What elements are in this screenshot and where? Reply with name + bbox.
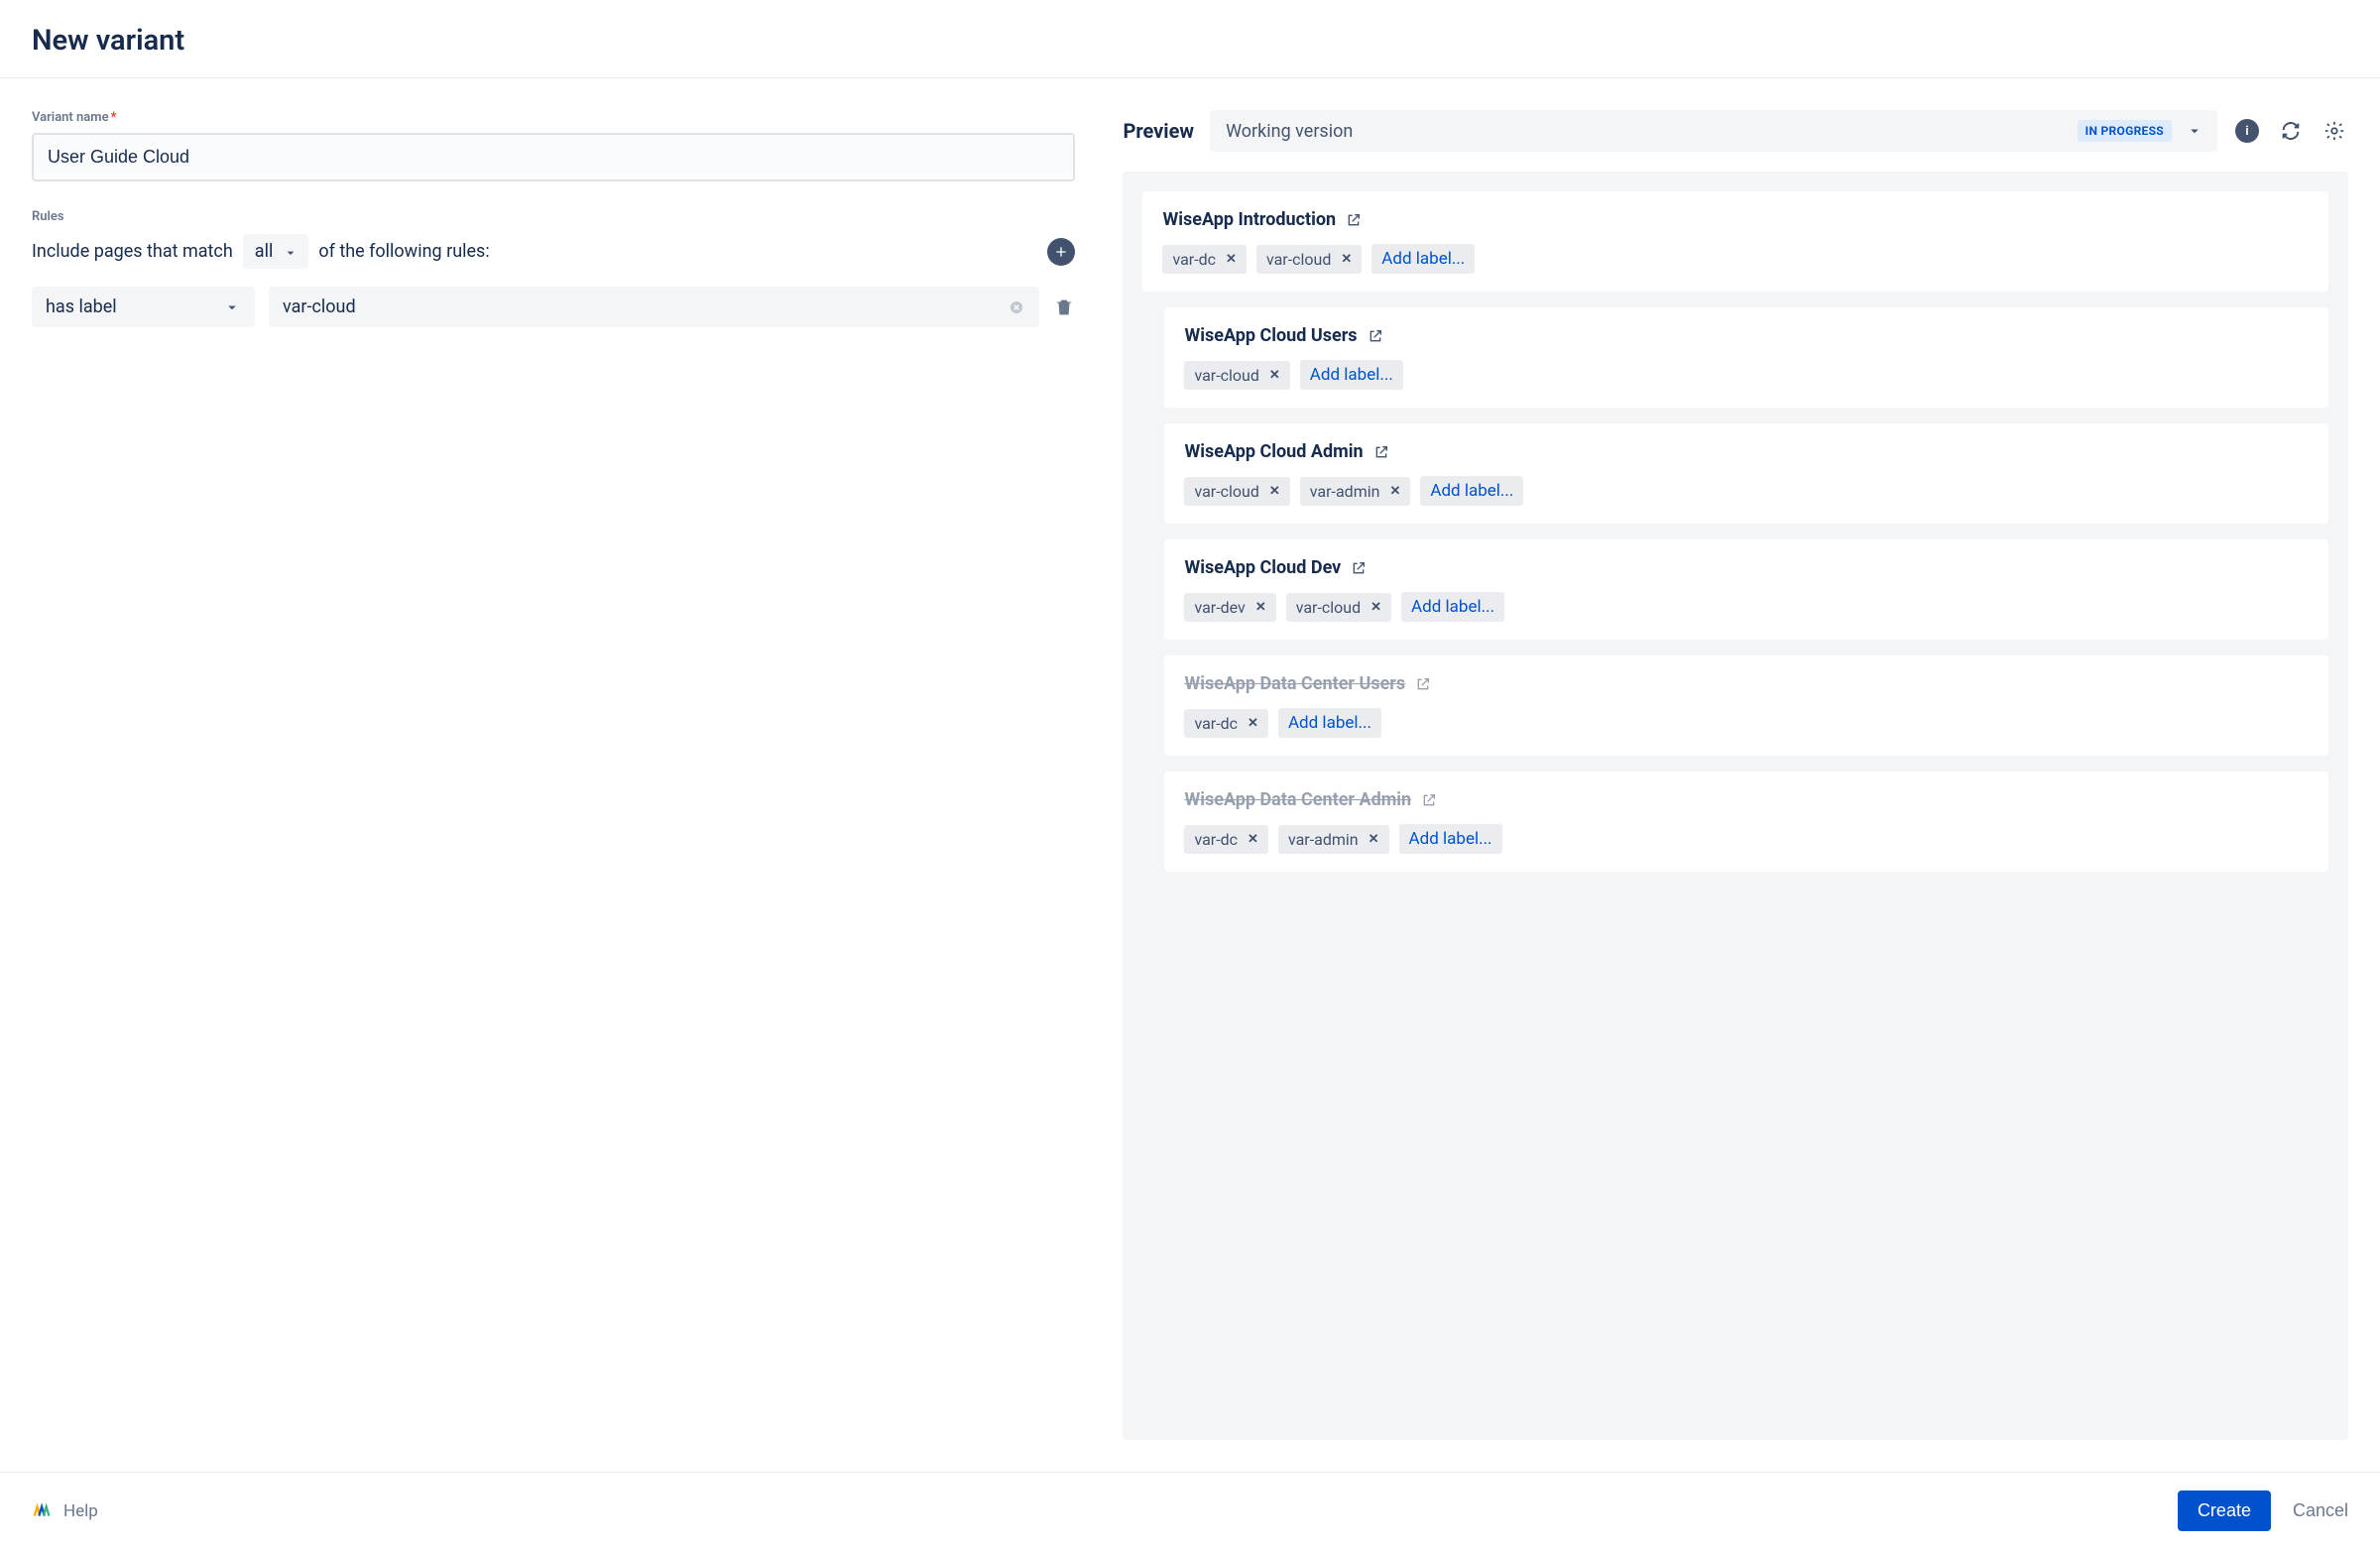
remove-label-icon[interactable]: ✕ bbox=[1341, 252, 1352, 267]
add-label-button[interactable]: Add label... bbox=[1371, 244, 1475, 274]
label-chip: var-cloud✕ bbox=[1184, 477, 1289, 506]
cancel-button[interactable]: Cancel bbox=[2293, 1500, 2348, 1521]
chevron-down-icon bbox=[283, 245, 297, 259]
page-card-title: WiseApp Cloud Dev bbox=[1184, 557, 2309, 578]
remove-label-icon[interactable]: ✕ bbox=[1370, 600, 1381, 615]
rules-label: Rules bbox=[32, 209, 1075, 224]
remove-label-icon[interactable]: ✕ bbox=[1368, 832, 1379, 847]
remove-label-icon[interactable]: ✕ bbox=[1248, 716, 1258, 731]
remove-label-icon[interactable]: ✕ bbox=[1255, 600, 1266, 615]
delete-rule-button[interactable] bbox=[1053, 297, 1075, 318]
info-button[interactable]: i bbox=[2233, 117, 2261, 145]
rule-suffix-text: of the following rules: bbox=[318, 241, 489, 262]
add-rule-button[interactable] bbox=[1047, 238, 1075, 266]
refresh-button[interactable] bbox=[2277, 117, 2305, 145]
add-label-button[interactable]: Add label... bbox=[1401, 592, 1504, 622]
status-badge: IN PROGRESS bbox=[2078, 120, 2172, 142]
label-chip: var-cloud✕ bbox=[1286, 593, 1391, 622]
remove-label-icon[interactable]: ✕ bbox=[1226, 252, 1237, 267]
remove-label-icon[interactable]: ✕ bbox=[1269, 484, 1280, 499]
external-link-icon[interactable] bbox=[1415, 676, 1431, 692]
rule-condition-select[interactable]: has label bbox=[32, 287, 255, 327]
page-card-title: WiseApp Cloud Users bbox=[1184, 325, 2309, 346]
settings-button[interactable] bbox=[2320, 117, 2348, 145]
page-card-title: WiseApp Data Center Admin bbox=[1184, 789, 2309, 810]
rule-prefix-text: Include pages that match bbox=[32, 241, 233, 262]
variant-name-input[interactable] bbox=[32, 133, 1075, 181]
label-chip: var-dc✕ bbox=[1162, 245, 1246, 274]
page-card: WiseApp Data Center Users var-dc✕ Add labe… bbox=[1164, 655, 2328, 756]
remove-label-icon[interactable]: ✕ bbox=[1248, 832, 1258, 847]
label-chip: var-dc✕ bbox=[1184, 709, 1267, 738]
add-label-button[interactable]: Add label... bbox=[1399, 824, 1502, 854]
clear-icon[interactable] bbox=[1008, 298, 1025, 316]
page-card-title: WiseApp Cloud Admin bbox=[1184, 441, 2309, 462]
label-chip: var-dc✕ bbox=[1184, 825, 1267, 854]
external-link-icon[interactable] bbox=[1373, 444, 1389, 460]
chevron-down-icon bbox=[2186, 122, 2203, 140]
label-chip: var-dev✕ bbox=[1184, 593, 1275, 622]
label-chip: var-cloud✕ bbox=[1256, 245, 1362, 274]
label-chip: var-admin✕ bbox=[1278, 825, 1389, 854]
page-card: WiseApp Data Center Admin var-dc✕ var-admi… bbox=[1164, 772, 2328, 872]
create-button[interactable]: Create bbox=[2178, 1490, 2271, 1531]
help-icon bbox=[32, 1500, 54, 1522]
remove-label-icon[interactable]: ✕ bbox=[1389, 484, 1400, 499]
version-select[interactable]: Working version IN PROGRESS bbox=[1210, 110, 2217, 152]
page-card-title: WiseApp Data Center Users bbox=[1184, 673, 2309, 694]
rule-value-input[interactable]: var-cloud bbox=[269, 287, 1039, 327]
page-card-title: WiseApp Introduction bbox=[1162, 209, 2309, 230]
page-title: New variant bbox=[32, 24, 2348, 58]
external-link-icon[interactable] bbox=[1351, 560, 1367, 576]
chevron-down-icon bbox=[223, 298, 241, 316]
label-chip: var-admin✕ bbox=[1300, 477, 1411, 506]
page-card: WiseApp Introduction var-dc✕ var-cloud✕ Add… bbox=[1142, 191, 2328, 292]
preview-body: WiseApp Introduction var-dc✕ var-cloud✕ Add… bbox=[1123, 172, 2348, 1440]
preview-title: Preview bbox=[1123, 119, 1194, 143]
add-label-button[interactable]: Add label... bbox=[1278, 708, 1381, 738]
help-link[interactable]: Help bbox=[32, 1500, 98, 1522]
remove-label-icon[interactable]: ✕ bbox=[1269, 368, 1280, 383]
external-link-icon[interactable] bbox=[1421, 792, 1437, 808]
add-label-button[interactable]: Add label... bbox=[1420, 476, 1523, 506]
external-link-icon[interactable] bbox=[1368, 328, 1383, 344]
label-chip: var-cloud✕ bbox=[1184, 361, 1289, 390]
page-card: WiseApp Cloud Dev var-dev✕ var-cloud✕ Add l… bbox=[1164, 539, 2328, 640]
variant-name-label: Variant name* bbox=[32, 110, 1075, 125]
page-card: WiseApp Cloud Users var-cloud✕ Add label..… bbox=[1164, 307, 2328, 408]
page-card: WiseApp Cloud Admin var-cloud✕ var-admin✕ A… bbox=[1164, 423, 2328, 524]
external-link-icon[interactable] bbox=[1346, 212, 1362, 228]
info-icon: i bbox=[2235, 119, 2259, 143]
match-mode-select[interactable]: all bbox=[243, 234, 309, 269]
add-label-button[interactable]: Add label... bbox=[1300, 360, 1403, 390]
